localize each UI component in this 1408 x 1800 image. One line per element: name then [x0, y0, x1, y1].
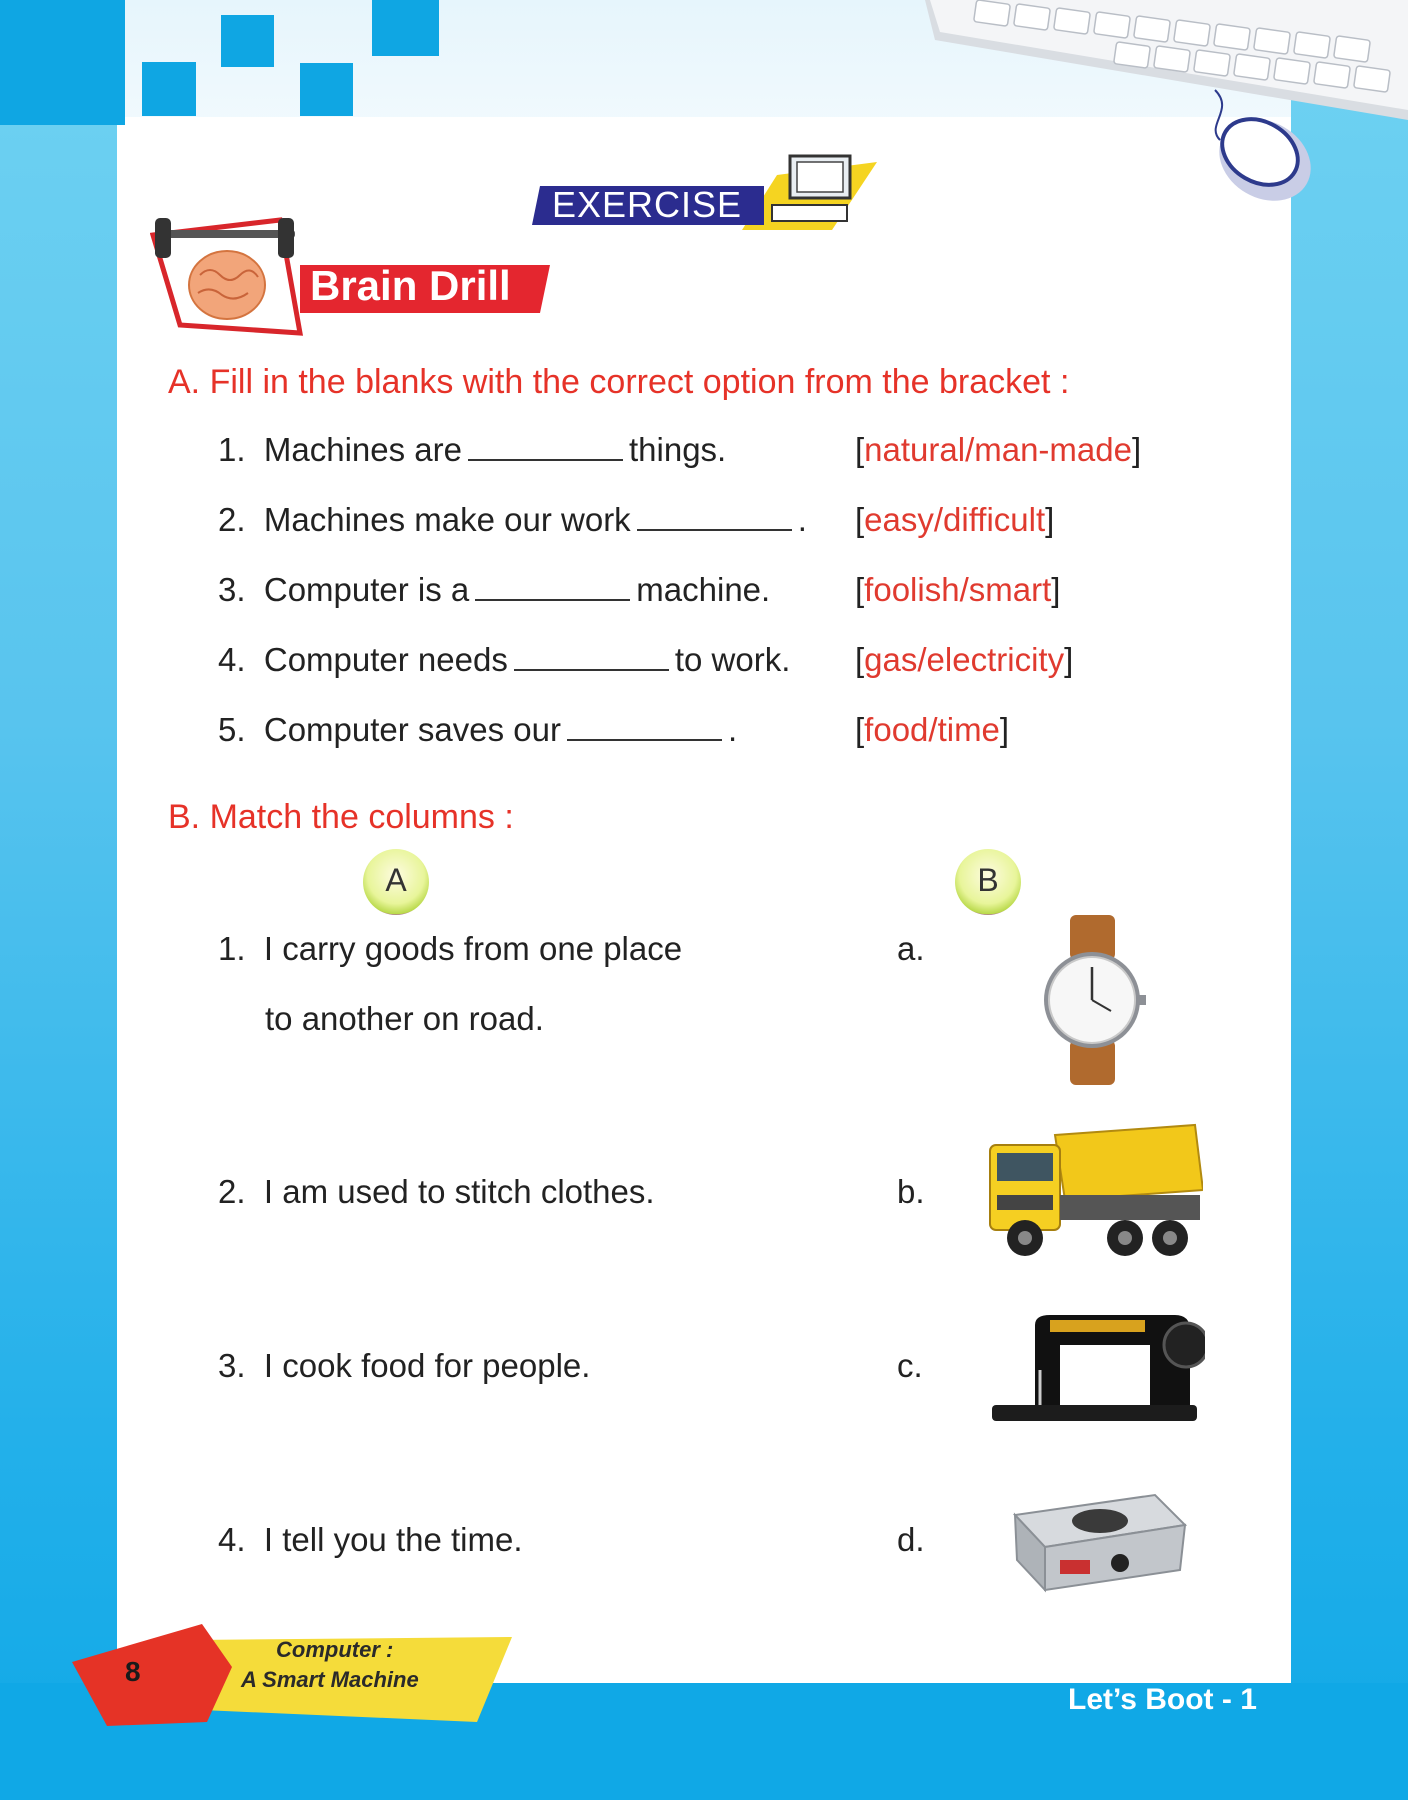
- question-text: .: [797, 501, 807, 538]
- column-a-badge: A: [363, 849, 429, 915]
- question-number: 5.: [218, 711, 246, 748]
- question-text: Computer saves our: [263, 711, 562, 748]
- bracket-options: [easy/difficult]: [855, 501, 1055, 538]
- section-b-title: B. Match the columns :: [168, 798, 514, 836]
- column-b-badge: B: [955, 849, 1021, 915]
- option-text: food/time: [864, 711, 1000, 748]
- section-a-title: A. Fill in the blanks with the correct o…: [168, 363, 1070, 401]
- option-letter: a.: [897, 930, 925, 967]
- match-item: 4. I tell you the time.: [218, 1521, 523, 1559]
- answer-blank[interactable]: [475, 573, 631, 601]
- fill-blank-question: 5. Computer saves our.: [218, 711, 737, 749]
- fill-blank-question: 4. Computer needs to work.: [218, 641, 790, 679]
- match-item: 2. I am used to stitch clothes.: [218, 1173, 655, 1211]
- brain-drill-title: Brain Drill: [310, 262, 511, 309]
- option-letter: c.: [897, 1347, 923, 1384]
- question-text: Machines make our work: [263, 501, 631, 538]
- question-text: machine.: [636, 571, 771, 608]
- option-text: easy/difficult: [864, 501, 1046, 538]
- gas-stove-image: [1012, 1493, 1188, 1593]
- item-number: 1.: [218, 930, 246, 967]
- match-item: 3. I cook food for people.: [218, 1347, 590, 1385]
- chapter-title-line1: Computer :: [276, 1637, 394, 1662]
- exercise-label: EXERCISE: [552, 184, 743, 225]
- bracket-options: [foolish/smart]: [855, 571, 1061, 608]
- question-text: Computer is a: [263, 571, 470, 608]
- answer-blank[interactable]: [567, 713, 723, 741]
- option-text: natural/man-made: [864, 431, 1132, 468]
- decor-square: [0, 0, 125, 125]
- decor-square: [221, 15, 274, 67]
- question-text: to work.: [674, 641, 791, 678]
- bracket-options: [food/time]: [855, 711, 1010, 748]
- item-text: I carry goods from one place: [263, 930, 683, 967]
- answer-blank[interactable]: [467, 433, 623, 461]
- question-text: Machines are: [263, 431, 462, 468]
- match-item: 1. I carry goods from one place: [218, 930, 682, 968]
- match-item-continued: to another on road.: [265, 1000, 544, 1037]
- question-text: things.: [628, 431, 727, 468]
- page-number: 8: [125, 1656, 141, 1687]
- question-number: 1.: [218, 431, 246, 468]
- question-text: Computer needs: [263, 641, 508, 678]
- item-number: 3.: [218, 1347, 246, 1384]
- decor-square: [300, 63, 353, 116]
- question-text: .: [728, 711, 738, 748]
- answer-blank[interactable]: [513, 643, 669, 671]
- sewing-machine-image: [992, 1315, 1205, 1421]
- option-letter: b.: [897, 1173, 925, 1210]
- item-number: 2.: [218, 1173, 246, 1210]
- keyboard-mouse-image: [925, 0, 1408, 201]
- option-text: gas/electricity: [864, 641, 1065, 678]
- option-letter: d.: [897, 1521, 925, 1558]
- question-number: 4.: [218, 641, 246, 678]
- bracket-options: [natural/man-made]: [855, 431, 1142, 468]
- item-number: 4.: [218, 1521, 246, 1558]
- item-text: I am used to stitch clothes.: [263, 1173, 655, 1210]
- question-number: 3.: [218, 571, 246, 608]
- question-number: 2.: [218, 501, 246, 538]
- item-text: I cook food for people.: [263, 1347, 591, 1384]
- answer-blank[interactable]: [636, 503, 792, 531]
- option-text: foolish/smart: [864, 571, 1052, 608]
- truck-image: [989, 1123, 1203, 1256]
- fill-blank-question: 2. Machines make our work.: [218, 501, 807, 539]
- fill-blank-question: 1. Machines are things.: [218, 431, 726, 469]
- bracket-options: [gas/electricity]: [855, 641, 1074, 678]
- page-sheet: [117, 117, 1291, 1683]
- decor-square: [142, 62, 196, 116]
- fill-blank-question: 3. Computer is a machine.: [218, 571, 770, 609]
- chapter-title-line2: A Smart Machine: [241, 1667, 419, 1692]
- item-text: I tell you the time.: [263, 1521, 523, 1558]
- book-title: Let’s Boot - 1: [1068, 1683, 1257, 1716]
- watch-image: [1044, 915, 1146, 1085]
- decor-square: [372, 0, 439, 56]
